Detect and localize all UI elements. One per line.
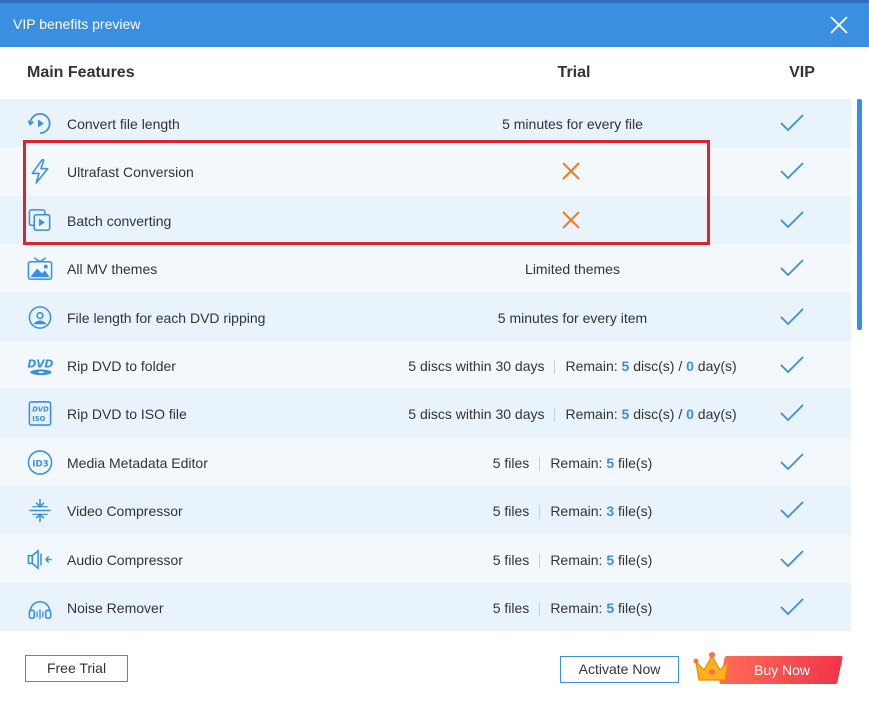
- feature-name: Rip DVD to ISO file: [67, 406, 187, 423]
- highlight-box: [23, 140, 710, 245]
- dvd-ripping-icon: [28, 305, 52, 329]
- check-icon: [780, 356, 804, 374]
- trial-value: 5 files Remain: 5 file(s): [492, 454, 653, 471]
- feature-row: Audio Compressor 5 files Remain: 5 file(s…: [0, 534, 851, 583]
- video-compressor-icon: [29, 499, 51, 523]
- feature-row: Video Compressor 5 files Remain: 3 file(s…: [0, 486, 851, 535]
- svg-text:ISO: ISO: [32, 416, 45, 424]
- svg-text:DVD: DVD: [32, 406, 49, 414]
- background-window-strip: [0, 0, 869, 3]
- convert-length-icon: [27, 112, 51, 135]
- feature-row: DVD ISO Rip DVD to ISO file 5 discs with…: [0, 389, 851, 438]
- trial-value: Limited themes: [525, 261, 620, 278]
- feature-name: Video Compressor: [67, 503, 183, 520]
- check-icon: [780, 404, 804, 422]
- trial-value: 5 discs within 30 days Remain: 5 disc(s) …: [408, 406, 737, 423]
- feature-name: Rip DVD to folder: [67, 357, 176, 374]
- header-vip: VIP: [789, 64, 815, 81]
- check-icon: [780, 453, 804, 471]
- free-trial-button[interactable]: Free Trial: [25, 655, 128, 682]
- header-trial: Trial: [557, 64, 591, 81]
- trial-value: 5 minutes for every item: [497, 309, 648, 326]
- trial-value: 5 files Remain: 3 file(s): [492, 503, 653, 520]
- svg-text:DVD: DVD: [27, 358, 53, 370]
- title-bar: VIP benefits preview: [0, 0, 869, 47]
- mv-theme-icon: [27, 257, 53, 281]
- feature-name: Convert file length: [67, 116, 180, 132]
- feature-name: Media Metadata Editor: [67, 454, 208, 471]
- scrollbar-thumb[interactable]: [857, 99, 862, 330]
- buy-now-button[interactable]: Buy Now: [692, 648, 844, 690]
- feature-row: DVD Rip DVD to folder 5 discs within 30 …: [0, 340, 851, 390]
- buy-now-label: Buy Now: [753, 662, 811, 678]
- check-icon: [780, 549, 804, 567]
- svg-text:ID3: ID3: [32, 459, 48, 469]
- feature-row: Noise Remover 5 files Remain: 5 file(s): [0, 582, 851, 632]
- noise-remover-icon: [28, 600, 52, 619]
- check-icon: [780, 501, 804, 519]
- iso-icon: DVD ISO: [28, 401, 52, 427]
- feature-row: File length for each DVD ripping 5 minut…: [0, 292, 851, 341]
- feature-name: All MV themes: [67, 261, 158, 278]
- crown-icon: [693, 652, 731, 681]
- check-icon: [780, 162, 804, 180]
- check-icon: [780, 307, 804, 325]
- dvd-icon: DVD: [27, 358, 53, 376]
- feature-row: ID3 Media Metadata Editor 5 files Remain:…: [0, 437, 851, 487]
- trial-value: 5 discs within 30 days Remain: 5 disc(s) …: [408, 357, 737, 374]
- trial-value: 5 minutes for every file: [502, 116, 643, 132]
- feature-name: File length for each DVD ripping: [67, 309, 266, 326]
- feature-name: Audio Compressor: [67, 551, 183, 568]
- trial-value: 5 files Remain: 5 file(s): [492, 599, 653, 616]
- activate-now-button[interactable]: Activate Now: [560, 656, 679, 683]
- dialog-title: VIP benefits preview: [13, 16, 141, 32]
- trial-value: 5 files Remain: 5 file(s): [492, 551, 653, 568]
- check-icon: [780, 114, 804, 132]
- table-header: Main Features Trial VIP: [0, 47, 869, 99]
- check-icon: [780, 211, 804, 229]
- header-main-features: Main Features: [27, 64, 135, 81]
- check-icon: [780, 598, 804, 616]
- feature-row: All MV themes Limited themes: [0, 244, 851, 293]
- audio-compressor-icon: [27, 548, 52, 570]
- close-icon[interactable]: [826, 12, 852, 38]
- feature-name: Noise Remover: [67, 599, 164, 616]
- id3-icon: ID3: [27, 449, 53, 475]
- check-icon: [780, 259, 804, 277]
